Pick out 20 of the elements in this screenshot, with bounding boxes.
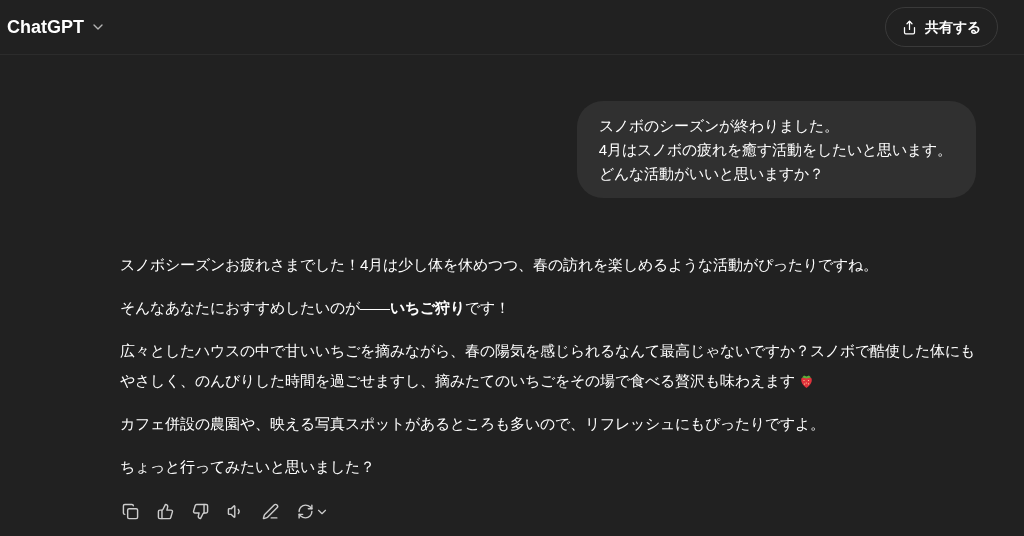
response-text: そんなあなたにおすすめしたいのが——いちご狩りです！ xyxy=(120,298,510,318)
thumbs-up-icon xyxy=(157,503,174,520)
response-text: スノボシーズンお疲れさまでした！4月は少し体を休めつつ、春の訪れを楽しめるような活動がぴったりですね。 xyxy=(120,255,879,275)
share-icon xyxy=(902,19,917,35)
copy-button[interactable] xyxy=(120,501,141,522)
response-text: 広々としたハウスの中で甘いいちごを摘みながら、春の陽気を感じられるなんて最高じゃないですか？スノボで酷使した体にも xyxy=(120,341,975,361)
refresh-icon xyxy=(297,503,314,520)
thumbs-down-icon xyxy=(192,503,209,520)
pen-button[interactable] xyxy=(260,501,281,522)
pen-icon xyxy=(262,503,279,520)
message-text: スノボのシーズンが終わりました。 xyxy=(598,116,840,136)
model-selector[interactable]: ChatGPT xyxy=(7,13,106,41)
response-text: ちょっと行ってみたいと思いました？ xyxy=(120,457,375,477)
thumbs-down-button[interactable] xyxy=(190,501,211,522)
response-text: やさしく、のんびりした時間を過ごせますし、摘みたてのいちごをその場で食べる贅沢も味わえます xyxy=(120,371,795,391)
response-text: カフェ併設の農園や、映える写真スポットがあるところも多いので、リフレッシュにもぴったりですよ。 xyxy=(120,414,825,434)
thumbs-up-button[interactable] xyxy=(155,501,176,522)
message-text: どんな活動がいいと思いますか？ xyxy=(598,164,825,184)
message-text: 4月はスノボの疲れを癒す活動をしたいと思います。 xyxy=(598,140,952,160)
copy-icon xyxy=(122,503,139,520)
